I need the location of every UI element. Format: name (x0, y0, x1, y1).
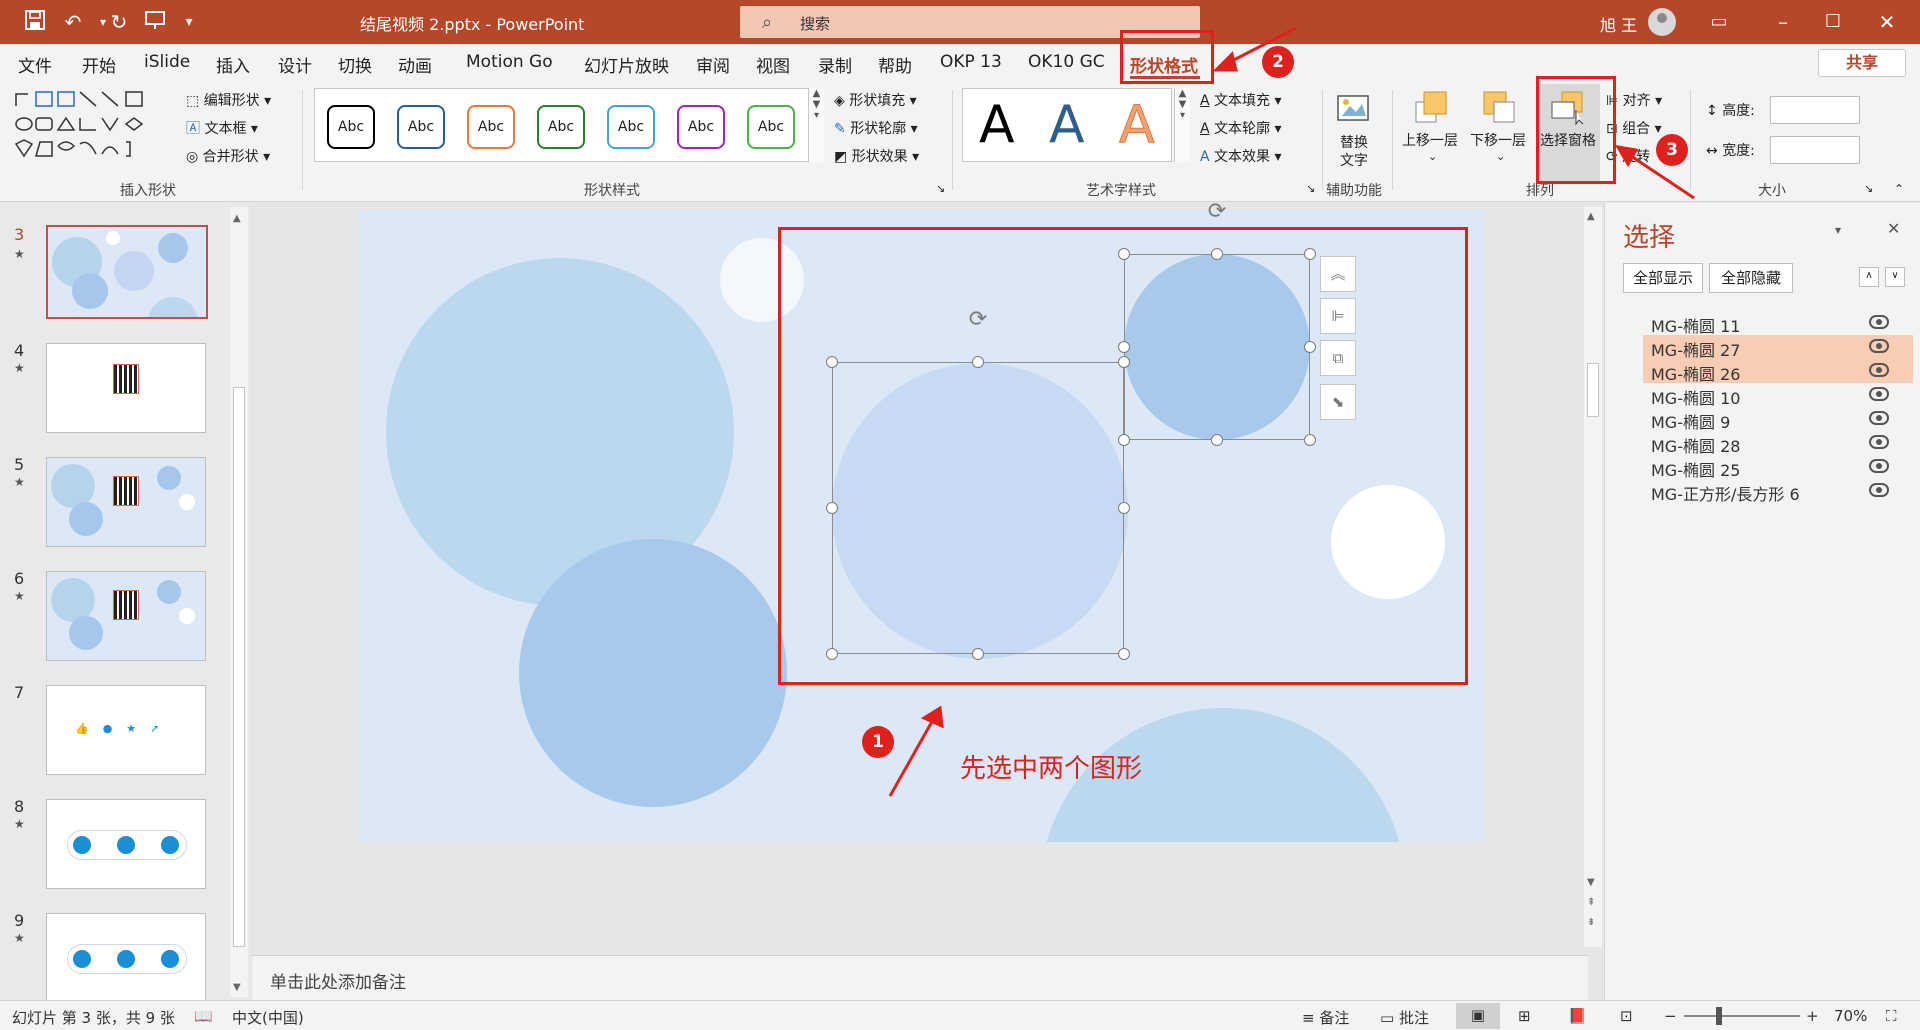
close-icon[interactable]: ✕ (1887, 219, 1900, 238)
notes-icon: ≡ (1302, 1009, 1315, 1027)
layer-name: MG-椭圆 27 (1651, 341, 1741, 360)
slide-info: 幻灯片 第 3 张，共 9 张 (12, 1009, 175, 1027)
eye-icon[interactable] (1869, 315, 1889, 329)
layer-name: MG-椭圆 11 (1651, 317, 1741, 336)
layer-item[interactable]: MG-椭圆 10 (1643, 383, 1913, 408)
eye-icon[interactable] (1869, 363, 1889, 377)
layer-item[interactable]: MG-椭圆 9 (1643, 407, 1913, 432)
layer-name: MG-椭圆 9 (1651, 413, 1731, 432)
zoom-out-icon[interactable]: − (1664, 1007, 1677, 1025)
arrow-head-2 (1212, 51, 1238, 72)
comments-toggle[interactable]: ▭ 批注 (1380, 1007, 1429, 1028)
comments-label: 批注 (1398, 1009, 1429, 1027)
hide-all-button[interactable]: 全部隐藏 (1709, 263, 1793, 293)
eye-icon[interactable] (1869, 411, 1889, 425)
layer-item[interactable]: MG-椭圆 28 (1643, 431, 1913, 456)
status-bar: 幻灯片 第 3 张，共 9 张 📖 中文(中国) ≡ 备注 ▭ 批注 ▣ ⊞ 📕… (0, 1000, 1920, 1030)
zoom-level[interactable]: 70% (1834, 1007, 1867, 1025)
zoom-slider-thumb[interactable] (1716, 1007, 1722, 1025)
notes-placeholder: 单击此处添加备注 (270, 973, 406, 993)
layer-name: MG-正方形/長方形 6 (1651, 485, 1800, 504)
accessibility-check-icon[interactable]: 📖 (194, 1007, 213, 1025)
layer-name: MG-椭圆 28 (1651, 437, 1741, 456)
layer-name: MG-椭圆 25 (1651, 461, 1741, 480)
zoom-slider[interactable] (1684, 1015, 1800, 1017)
show-all-button[interactable]: 全部显示 (1623, 263, 1703, 293)
slideshow-icon[interactable]: ⊡ (1620, 1007, 1633, 1025)
move-down-icon[interactable]: ∨ (1885, 267, 1905, 287)
layer-item[interactable]: MG-椭圆 27 (1643, 335, 1913, 360)
layer-item[interactable]: MG-椭圆 25 (1643, 455, 1913, 480)
arrow-head-1 (920, 705, 944, 729)
selection-pane-title: 选择 (1623, 223, 1676, 253)
layer-item[interactable]: MG-椭圆 26 (1643, 359, 1913, 384)
layer-item[interactable]: MG-椭圆 11 (1643, 311, 1913, 336)
comment-icon: ▭ (1380, 1009, 1395, 1027)
eye-icon[interactable] (1869, 435, 1889, 449)
notes-label: 备注 (1319, 1009, 1350, 1027)
layer-name: MG-椭圆 26 (1651, 365, 1741, 384)
zoom-in-icon[interactable]: + (1806, 1007, 1819, 1025)
fit-to-window-icon[interactable]: ⛶ (1886, 1007, 1897, 1025)
selection-pane: 选择 ▾ ✕ 全部显示 全部隐藏 ∧ ∨ MG-椭圆 11 MG-椭圆 27 M… (1604, 203, 1920, 1000)
slide-sorter-icon[interactable]: ⊞ (1518, 1007, 1531, 1025)
pane-options-icon[interactable]: ▾ (1835, 223, 1841, 237)
layer-name: MG-椭圆 10 (1651, 389, 1741, 408)
arrow-line-1 (888, 717, 936, 797)
move-up-icon[interactable]: ∧ (1859, 267, 1879, 287)
arrow-head-3 (1615, 144, 1639, 167)
notes-pane[interactable]: 单击此处添加备注 (252, 955, 1588, 1000)
eye-icon[interactable] (1869, 459, 1889, 473)
language-indicator[interactable]: 中文(中国) (232, 1007, 304, 1028)
eye-icon[interactable] (1869, 387, 1889, 401)
normal-view-icon[interactable]: ▣ (1456, 1003, 1500, 1029)
eye-icon[interactable] (1869, 339, 1889, 353)
arrow-line-3 (1627, 152, 1695, 200)
eye-icon[interactable] (1869, 483, 1889, 497)
arrow-line-2 (1225, 26, 1297, 66)
layer-item[interactable]: MG-正方形/長方形 6 (1643, 479, 1913, 504)
notes-toggle[interactable]: ≡ 备注 (1302, 1007, 1349, 1028)
powerpoint-window: ↶ ▾ ↻ ▾ 结尾视频 2.pptx - PowerPoint ⌕ 搜索 旭 … (0, 0, 1920, 1030)
reading-view-icon[interactable]: 📕 (1568, 1007, 1587, 1025)
